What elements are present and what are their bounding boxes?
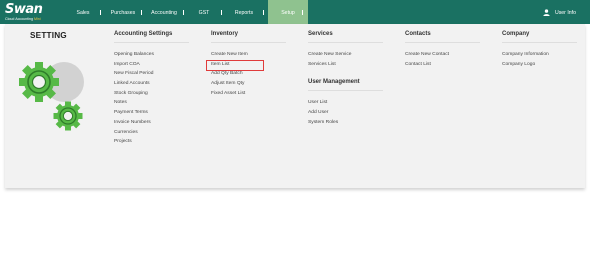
link-add-qty-batch[interactable]: Add Qty Batch	[211, 70, 286, 80]
accounting-settings-heading: Accounting Settings	[114, 31, 173, 37]
link-company-logo[interactable]: Company Logo	[502, 61, 577, 71]
link-projects[interactable]: Projects	[114, 138, 189, 148]
link-stock-grouping[interactable]: Stock Grouping	[114, 90, 189, 100]
divider	[308, 90, 383, 92]
link-contact-list[interactable]: Contact List	[405, 61, 480, 71]
nav-sales[interactable]: Sales	[70, 0, 96, 24]
link-new-fiscal-period[interactable]: New Fiscal Period	[114, 70, 189, 80]
divider	[211, 42, 286, 43]
link-adjust-item-qty[interactable]: Adjust Item Qty	[211, 80, 286, 90]
link-add-user[interactable]: Add User	[308, 109, 383, 119]
accounting-settings-column: Accounting Settings Opening Balances Imp…	[114, 31, 189, 148]
nav-gst[interactable]: GST	[190, 0, 218, 24]
link-create-new-contact[interactable]: Create New Contact	[405, 51, 480, 61]
services-heading: Services	[308, 31, 333, 37]
link-user-list[interactable]: User List	[308, 99, 383, 109]
link-company-information[interactable]: Company Information	[502, 51, 577, 61]
inventory-column: Inventory Create New Item Item List Add …	[206, 31, 286, 100]
company-heading: Company	[502, 31, 530, 37]
inventory-heading: Inventory	[211, 31, 239, 37]
gear-icon	[19, 62, 84, 131]
contacts-column: Contacts Create New Contact Contact List	[405, 31, 480, 70]
nav-separator	[263, 10, 264, 15]
link-notes[interactable]: Notes	[114, 99, 189, 109]
nav-setup-label: Setup	[281, 10, 295, 16]
nav-separator	[183, 10, 184, 15]
nav-separator	[141, 10, 142, 15]
swan-logo[interactable]: Swan Cloud Accounting Mini	[5, 2, 53, 23]
nav-accounting[interactable]: Accounting	[146, 0, 182, 24]
logo-wordmark: Swan	[5, 2, 43, 17]
divider	[114, 42, 189, 43]
nav-separator	[302, 10, 303, 15]
link-linked-accounts[interactable]: Linked Accounts	[114, 80, 189, 90]
nav-reports[interactable]: Reports	[228, 0, 260, 24]
company-column: Company Company Information Company Logo	[502, 31, 577, 70]
logo-tagline: Cloud Accounting Mini	[5, 17, 41, 21]
link-currencies[interactable]: Currencies	[114, 129, 189, 139]
link-payment-terms[interactable]: Payment Terms	[114, 109, 189, 119]
link-fixed-asset-list[interactable]: Fixed Asset List	[211, 90, 286, 100]
divider	[502, 42, 577, 43]
link-create-new-service[interactable]: Create New Service	[308, 51, 383, 61]
divider	[308, 42, 383, 43]
divider	[405, 42, 480, 43]
link-system-roles[interactable]: System Roles	[308, 119, 383, 129]
nav-separator	[100, 10, 101, 15]
link-item-list[interactable]: Item List	[206, 59, 264, 72]
link-invoice-numbers[interactable]: Invoice Numbers	[114, 119, 189, 129]
services-column: Services Create New Service Services Lis…	[308, 31, 383, 128]
user-icon	[543, 9, 550, 16]
nav-separator	[221, 10, 222, 15]
link-services-list[interactable]: Services List	[308, 61, 383, 71]
user-info-label: User Info	[554, 10, 576, 16]
link-opening-balances[interactable]: Opening Balances	[114, 51, 189, 61]
top-nav-bar: Swan Cloud Accounting Mini Sales Purchas…	[0, 0, 590, 24]
nav-purchases[interactable]: Purchases	[106, 0, 140, 24]
page-title: SETTING	[30, 31, 67, 40]
user-management-heading: User Management	[308, 79, 360, 86]
settings-panel	[5, 24, 585, 188]
link-import-coa[interactable]: Import COA	[114, 61, 189, 71]
link-create-new-item[interactable]: Create New Item	[211, 51, 286, 61]
user-info-menu[interactable]: User Info	[543, 0, 576, 24]
contacts-heading: Contacts	[405, 31, 431, 37]
